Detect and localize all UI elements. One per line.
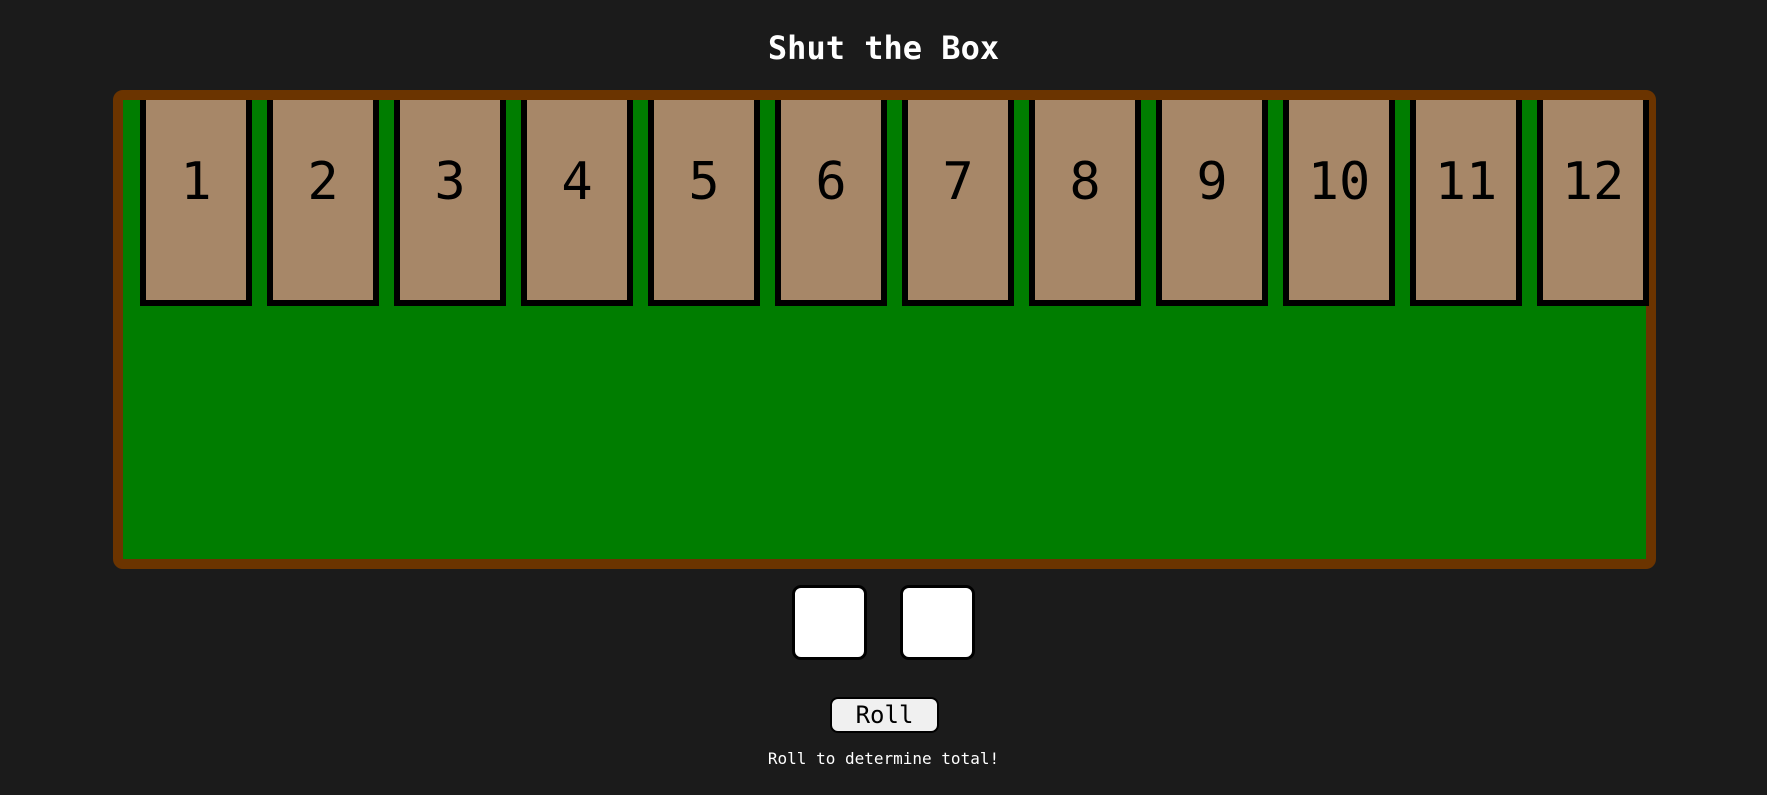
tile-5[interactable]: 5 bbox=[648, 100, 760, 306]
tile-3[interactable]: 3 bbox=[394, 100, 506, 306]
tile-label: 7 bbox=[942, 152, 974, 212]
tile-1[interactable]: 1 bbox=[140, 100, 252, 306]
tile-2[interactable]: 2 bbox=[267, 100, 379, 306]
tile-label: 2 bbox=[307, 152, 339, 212]
game-title: Shut the Box bbox=[767, 29, 1000, 67]
tile-label: 5 bbox=[688, 152, 720, 212]
tile-7[interactable]: 7 bbox=[902, 100, 1014, 306]
tile-10[interactable]: 10 bbox=[1283, 100, 1395, 306]
die-1 bbox=[792, 585, 867, 660]
tile-9[interactable]: 9 bbox=[1156, 100, 1268, 306]
die-2 bbox=[900, 585, 975, 660]
game-board: 1 2 3 4 5 6 7 8 9 10 11 12 bbox=[113, 90, 1656, 569]
tile-label: 6 bbox=[815, 152, 847, 212]
tile-label: 9 bbox=[1196, 152, 1228, 212]
status-message: Roll to determine total! bbox=[767, 749, 1000, 768]
tile-12[interactable]: 12 bbox=[1537, 100, 1649, 306]
tile-label: 8 bbox=[1069, 152, 1101, 212]
tile-6[interactable]: 6 bbox=[775, 100, 887, 306]
tile-label: 4 bbox=[561, 152, 593, 212]
dice-area bbox=[0, 585, 1767, 660]
tile-label: 11 bbox=[1434, 152, 1498, 212]
tile-label: 1 bbox=[180, 152, 212, 212]
tile-row: 1 2 3 4 5 6 7 8 9 10 11 12 bbox=[140, 100, 1649, 306]
tile-label: 3 bbox=[434, 152, 466, 212]
roll-button[interactable]: Roll bbox=[830, 697, 939, 733]
tile-label: 10 bbox=[1307, 152, 1371, 212]
tile-4[interactable]: 4 bbox=[521, 100, 633, 306]
tile-8[interactable]: 8 bbox=[1029, 100, 1141, 306]
tile-label: 12 bbox=[1561, 152, 1625, 212]
tile-11[interactable]: 11 bbox=[1410, 100, 1522, 306]
